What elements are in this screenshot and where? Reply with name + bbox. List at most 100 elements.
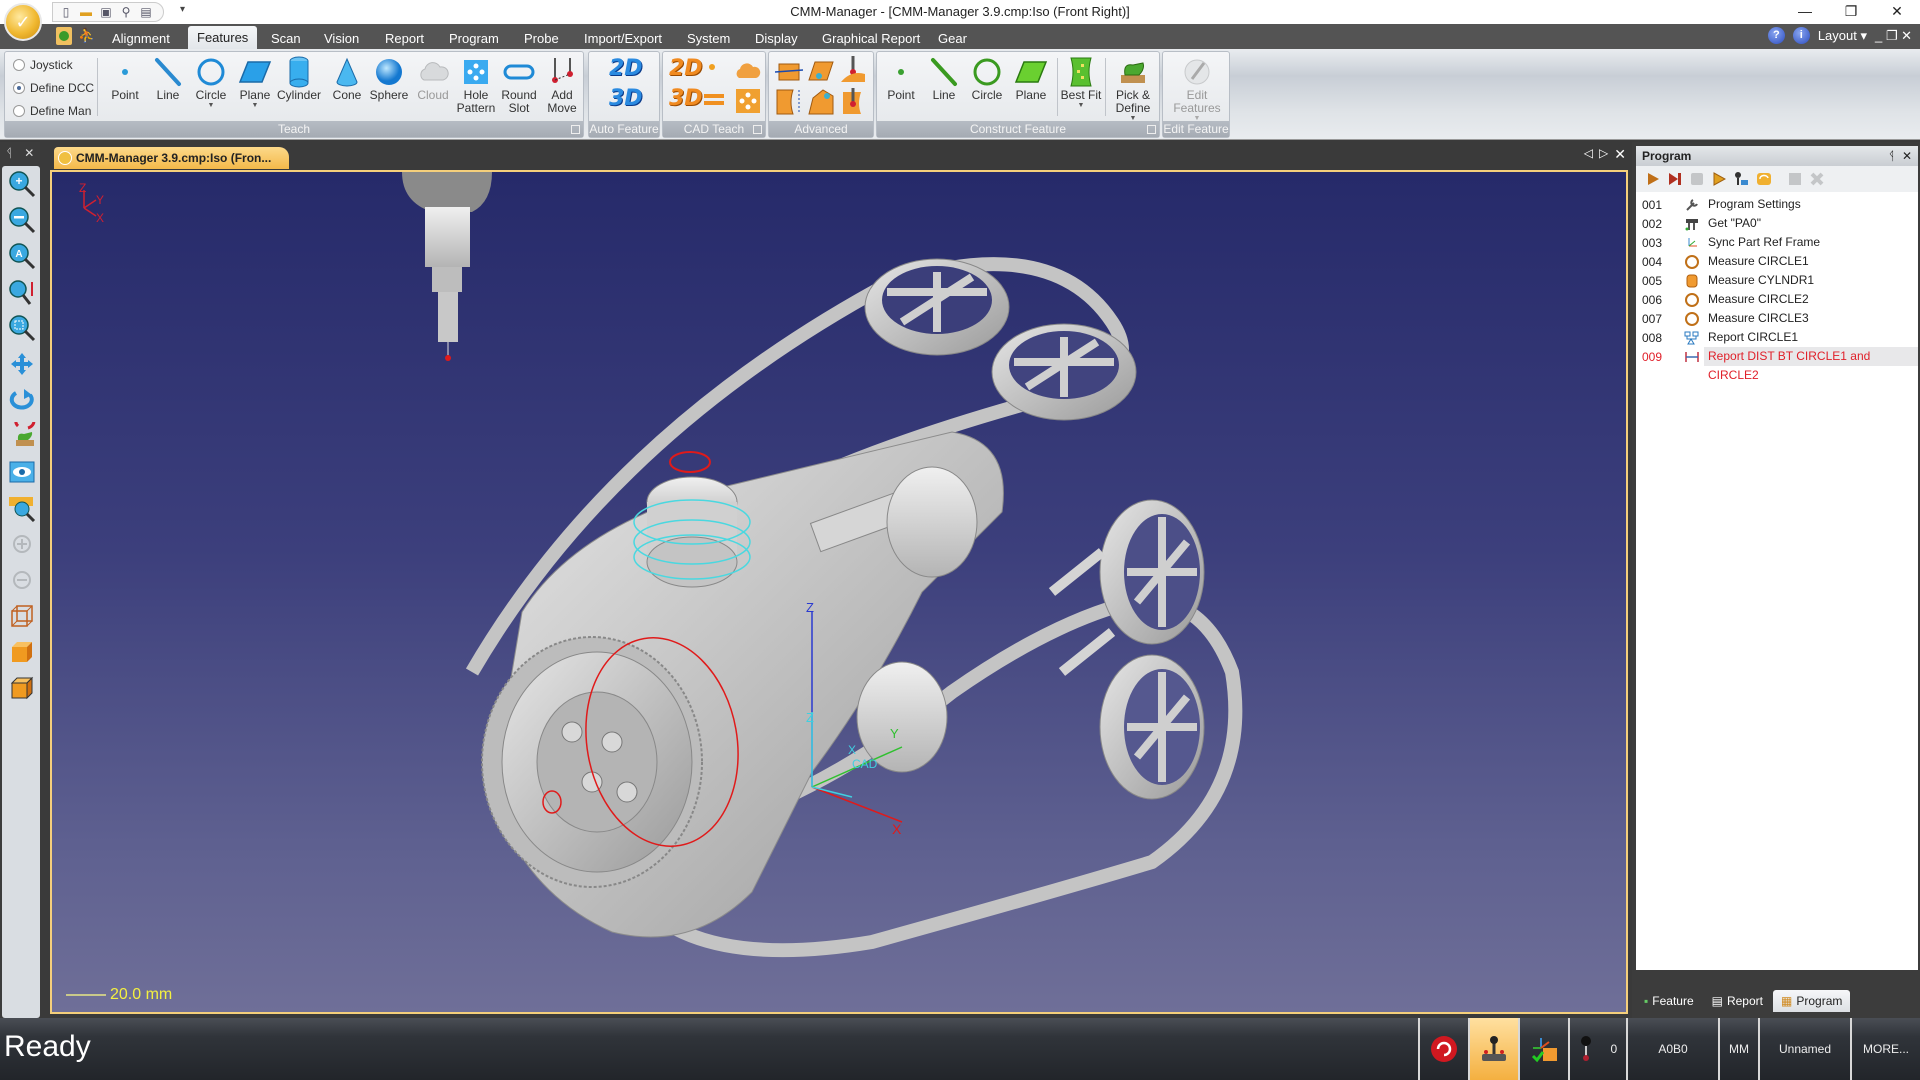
more-button[interactable]: MORE... [1850,1018,1920,1080]
report-icon[interactable]: ▤ [139,5,153,20]
teach-line-button[interactable]: Line [146,55,190,121]
tab-next-icon[interactable]: ▷ [1599,146,1608,163]
close-icon[interactable]: ✕ [24,146,34,162]
tab-program[interactable]: Program [440,28,508,49]
zoom-in-icon[interactable]: + [8,170,36,198]
teach-cone-button[interactable]: Cone [325,55,369,121]
define-dcc-radio[interactable]: Define DCC [13,81,94,95]
cad-teach-2d-button[interactable]: 2D [669,56,703,81]
auto-feature-3d-button[interactable]: 3D [609,86,643,111]
surface-probe-icon[interactable] [839,54,867,84]
program-row[interactable]: 004 Measure CIRCLE1 [1636,252,1918,271]
tab-features[interactable]: Features [188,26,258,49]
joystick-mode-button[interactable] [1468,1018,1518,1080]
save-icon[interactable]: ▣ [99,5,113,20]
edge-probe-icon[interactable] [839,86,867,116]
teach-cylinder-button[interactable]: Cylinder [277,55,321,121]
shaded-edges-cube-icon[interactable] [8,674,36,702]
pan-icon[interactable] [8,350,36,378]
cad-hole-pattern-icon[interactable] [735,88,761,114]
run-to-end-icon[interactable] [1668,172,1682,186]
tab-import-export[interactable]: Import/Export [575,28,671,49]
teach-circle-button[interactable]: Circle ▼ [189,55,233,121]
teach-add-move-button[interactable]: Add Move [540,55,584,121]
construct-point-button[interactable]: Point [879,55,923,121]
help-icon[interactable]: ? [1767,27,1785,44]
tab-report-panel[interactable]: ▤ Report [1704,990,1771,1012]
new-file-icon[interactable]: ▯ [59,5,73,20]
block-icon[interactable] [1788,172,1802,186]
cad-viewport[interactable]: Z Y X Z Z Y X CAD X 20.0 mm [50,170,1628,1014]
view-eye-icon[interactable] [8,458,36,486]
program-row[interactable]: 007 Measure CIRCLE3 [1636,309,1918,328]
close-document-icon[interactable]: ✕ [1614,146,1626,163]
section-box-icon[interactable] [775,58,803,84]
pick-and-define-button[interactable]: Pick & Define ▼ [1109,55,1157,122]
joystick-radio[interactable]: Joystick [13,58,73,72]
best-fit-button[interactable]: Best Fit ▼ [1059,55,1103,121]
close-icon[interactable]: ✕ [1902,149,1912,163]
rotate-pick-icon[interactable] [8,422,36,450]
auto-feature-2d-button[interactable]: 2D [609,56,643,81]
surface-point-icon[interactable] [807,58,835,84]
tab-program-panel[interactable]: ▦ Program [1773,990,1851,1012]
apple-status-icon[interactable] [56,27,72,45]
probe-angle-label[interactable]: A0B0 [1626,1018,1718,1080]
tab-feature[interactable]: ▪ Feature [1636,990,1702,1012]
define-man-radio[interactable]: Define Man [13,104,91,118]
run-icon[interactable] [1646,172,1660,186]
construct-line-button[interactable]: Line [922,55,966,121]
emergency-reset-button[interactable] [1418,1018,1468,1080]
refresh-icon[interactable] [1756,172,1771,186]
customize-qat-icon[interactable]: ▾ [180,4,185,15]
program-row[interactable]: 008 Report CIRCLE1 [1636,328,1918,347]
tab-graphical-report[interactable]: Graphical Report [813,28,929,49]
edge-point-icon[interactable] [775,88,805,116]
pin-icon[interactable]: ᛩ [6,146,13,162]
zoom-window-icon[interactable] [8,314,36,342]
teach-point-button[interactable]: Point [103,55,147,121]
tab-alignment[interactable]: Alignment [103,28,179,49]
tab-report[interactable]: Report [376,28,433,49]
program-row[interactable]: 005 Measure CYLNDR1 [1636,271,1918,290]
alignment-label[interactable]: Unnamed [1758,1018,1850,1080]
program-row[interactable]: 002 Get "PA0" [1636,214,1918,233]
units-label[interactable]: MM [1718,1018,1758,1080]
zoom-vertical-icon[interactable] [8,278,36,306]
delete-icon[interactable] [1810,172,1824,186]
zoom-all-icon[interactable]: A [8,242,36,270]
program-row[interactable]: 001 Program Settings [1636,195,1918,214]
construct-circle-button[interactable]: Circle [965,55,1009,121]
tab-system[interactable]: System [678,28,739,49]
probe-status[interactable]: 0 [1568,1018,1626,1080]
cad-point-icon[interactable] [707,62,717,72]
program-row[interactable]: 003 Sync Part Ref Frame [1636,233,1918,252]
cad-cloud-icon[interactable] [733,58,761,82]
program-row-selected[interactable]: 009 Report DIST BT CIRCLE1 and CIRCLE2 [1636,347,1918,382]
cad-teach-3d-button[interactable]: 3D [669,86,703,111]
minimize-button[interactable]: — [1782,0,1828,22]
probe-settings-icon[interactable] [1734,172,1748,186]
close-button[interactable]: ✕ [1874,0,1920,22]
teach-hole-pattern-button[interactable]: Hole Pattern [454,55,498,121]
angle-point-icon[interactable] [807,88,835,116]
pin-icon[interactable]: ᛩ [1888,149,1895,163]
step-icon[interactable] [1712,172,1727,186]
wireframe-cube-icon[interactable] [8,602,36,630]
zoom-out-icon[interactable] [8,206,36,234]
tab-vision[interactable]: Vision [315,28,368,49]
restore-button[interactable]: ❐ [1828,0,1874,22]
dialog-launcher-icon[interactable] [753,125,762,134]
label-zoom-icon[interactable] [8,494,36,522]
tab-probe[interactable]: Probe [515,28,568,49]
teach-plane-button[interactable]: Plane ▼ [233,55,277,121]
app-menu-button[interactable]: ✓ [4,3,42,41]
dialog-launcher-icon[interactable] [571,125,580,134]
tab-display[interactable]: Display [746,28,807,49]
open-folder-icon[interactable]: ▬ [79,5,93,20]
dialog-launcher-icon[interactable] [1147,125,1156,134]
tab-gear[interactable]: Gear [929,28,976,49]
construct-plane-button[interactable]: Plane [1009,55,1053,121]
teach-sphere-button[interactable]: Sphere [367,55,411,121]
run-man-icon[interactable]: ⛹ [78,27,95,44]
